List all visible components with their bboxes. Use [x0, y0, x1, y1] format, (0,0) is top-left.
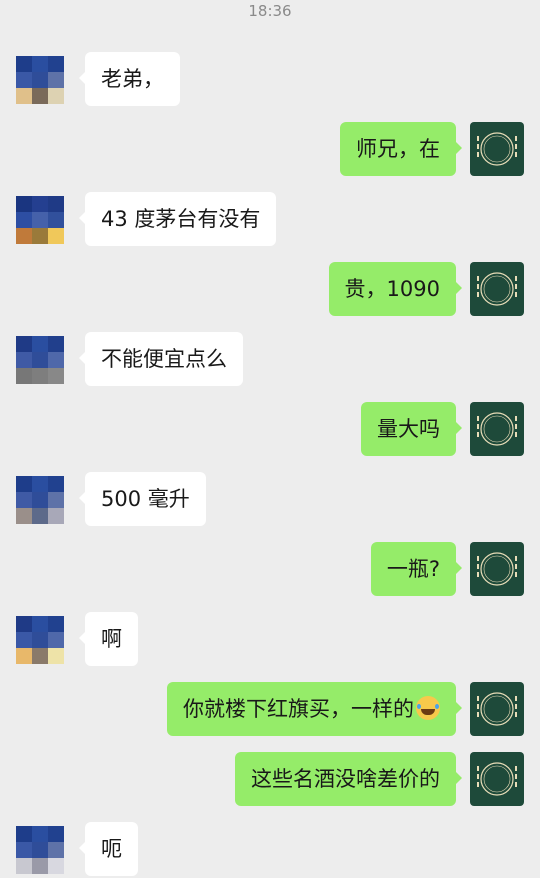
tears-of-joy-emoji-icon — [416, 696, 440, 720]
incoming-message-row: 呃 — [0, 822, 540, 878]
incoming-message-row: 老弟， — [0, 52, 540, 108]
incoming-message-bubble[interactable]: 老弟， — [79, 52, 180, 106]
incoming-message-row: 啊 — [0, 612, 540, 668]
outgoing-message-bubble[interactable]: 师兄，在 — [340, 122, 462, 176]
incoming-message-row: 500 毫升 — [0, 472, 540, 528]
contact-avatar[interactable] — [16, 616, 64, 664]
incoming-message-bubble[interactable]: 不能便宜点么 — [79, 332, 243, 386]
message-text: 500 毫升 — [101, 487, 190, 511]
self-avatar[interactable] — [470, 262, 524, 316]
contact-avatar[interactable] — [16, 196, 64, 244]
incoming-message-bubble[interactable]: 呃 — [79, 822, 138, 876]
message-text: 你就楼下红旗买，一样的 — [183, 697, 414, 721]
outgoing-message-bubble[interactable]: 一瓶? — [370, 542, 463, 596]
incoming-message-bubble[interactable]: 500 毫升 — [79, 472, 206, 526]
outgoing-message-row: 这些名酒没啥差价的 — [0, 752, 540, 808]
message-text: 老弟， — [101, 67, 164, 91]
logo-graphic — [477, 272, 517, 306]
outgoing-message-row: 师兄，在 — [0, 122, 540, 178]
incoming-message-row: 不能便宜点么 — [0, 332, 540, 388]
message-text: 贵，1090 — [344, 277, 440, 301]
message-text: 43 度茅台有没有 — [101, 207, 261, 231]
message-text: 啊 — [101, 627, 122, 651]
contact-avatar[interactable] — [16, 336, 64, 384]
message-text: 一瓶? — [386, 557, 440, 581]
self-avatar[interactable] — [470, 682, 524, 736]
contact-avatar[interactable] — [16, 56, 64, 104]
self-avatar[interactable] — [470, 122, 524, 176]
self-avatar[interactable] — [470, 752, 524, 806]
message-text: 这些名酒没啥差价的 — [251, 767, 440, 791]
message-text: 量大吗 — [377, 417, 440, 441]
logo-graphic — [477, 692, 517, 726]
outgoing-message-row: 量大吗 — [0, 402, 540, 458]
outgoing-message-row: 贵，1090 — [0, 262, 540, 318]
outgoing-message-bubble[interactable]: 贵，1090 — [328, 262, 463, 316]
message-text: 不能便宜点么 — [101, 347, 227, 371]
outgoing-message-bubble[interactable]: 量大吗 — [361, 402, 462, 456]
outgoing-message-bubble[interactable]: 这些名酒没啥差价的 — [235, 752, 462, 806]
logo-graphic — [477, 762, 517, 796]
outgoing-message-row: 你就楼下红旗买，一样的 — [0, 682, 540, 738]
incoming-message-bubble[interactable]: 43 度茅台有没有 — [78, 192, 277, 246]
incoming-message-bubble[interactable]: 啊 — [79, 612, 138, 666]
outgoing-message-row: 一瓶? — [0, 542, 540, 598]
logo-graphic — [477, 412, 517, 446]
logo-graphic — [477, 132, 517, 166]
message-text: 师兄，在 — [356, 137, 440, 161]
contact-avatar[interactable] — [16, 476, 64, 524]
incoming-message-row: 43 度茅台有没有 — [0, 192, 540, 248]
self-avatar[interactable] — [470, 402, 524, 456]
self-avatar[interactable] — [470, 542, 524, 596]
status-time: 18:36 — [248, 2, 292, 20]
outgoing-message-bubble[interactable]: 你就楼下红旗买，一样的 — [167, 682, 462, 736]
message-text: 呃 — [101, 837, 122, 861]
logo-graphic — [477, 552, 517, 586]
contact-avatar[interactable] — [16, 826, 64, 874]
